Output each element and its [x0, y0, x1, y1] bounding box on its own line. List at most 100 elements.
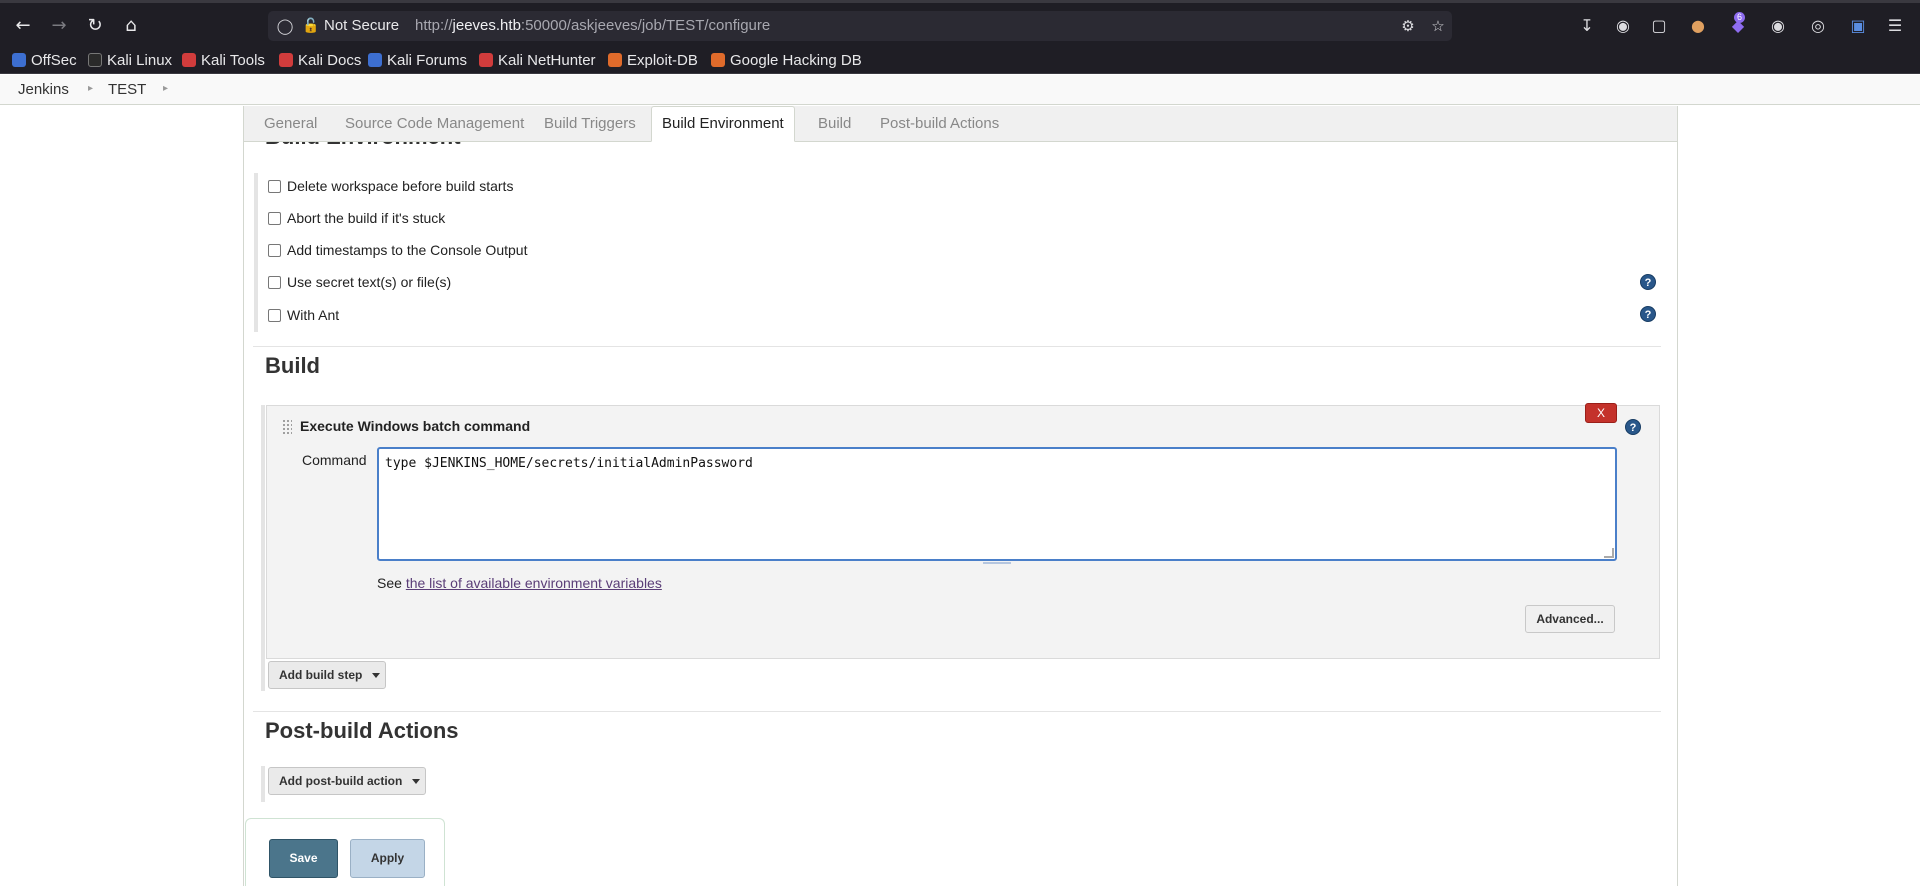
downloads-icon[interactable]: ↧ [1575, 14, 1599, 38]
tab-build[interactable]: Build [818, 115, 851, 132]
bookmark-favicon-icon [279, 53, 293, 67]
tab-general[interactable]: General [264, 115, 317, 132]
breadcrumb-jenkins[interactable]: Jenkins [18, 81, 69, 98]
home-icon[interactable]: ⌂ [119, 14, 143, 38]
bookmark-label: Kali Forums [387, 51, 468, 69]
browser-toolbar: ← → ↻ ⌂ ◯ 🔓 Not Secure http://jeeves.htb… [0, 0, 1920, 46]
translate-icon[interactable]: ⚙ [1398, 15, 1418, 37]
not-secure-label[interactable]: Not Secure [324, 17, 399, 34]
section-indent-bar [261, 405, 265, 691]
bookmarks-bar: OffSec Kali Linux Kali Tools Kali Docs K… [0, 46, 1920, 74]
bookmark-favicon-icon [608, 53, 622, 67]
bookmark-offsec[interactable]: OffSec [12, 50, 77, 70]
abort-stuck-checkbox[interactable] [268, 211, 281, 225]
with-ant-checkbox[interactable] [268, 308, 281, 322]
bookmark-label: OffSec [31, 51, 77, 69]
drag-handle-icon[interactable] [282, 419, 292, 435]
build-environment-heading: Build Environment [265, 142, 461, 150]
apply-button[interactable]: Apply [350, 839, 425, 878]
url-prefix: http:// [415, 17, 453, 34]
cookie-icon[interactable]: ● [1686, 14, 1710, 38]
breadcrumb: Jenkins ▸ TEST ▸ [0, 75, 1920, 105]
shield-icon[interactable]: ◯ [274, 14, 296, 38]
url-host: jeeves.htb [452, 17, 521, 34]
tab-source-code-management[interactable]: Source Code Management [345, 115, 524, 132]
section-indent-bar [254, 173, 258, 332]
build-environment-heading-clip: Build Environment [244, 142, 1677, 152]
delete-step-button[interactable]: X [1585, 403, 1617, 423]
bookmark-exploit-db[interactable]: Exploit-DB [608, 50, 698, 70]
bookmark-label: Exploit-DB [627, 51, 698, 69]
bookmark-favicon-icon [88, 53, 102, 67]
build-heading: Build [265, 353, 320, 378]
command-textarea[interactable]: type $JENKINS_HOME/secrets/initialAdminP… [377, 447, 1617, 561]
breadcrumb-separator-icon[interactable]: ▸ [163, 83, 168, 94]
option-label: With Ant [287, 307, 340, 323]
bookmark-kali-forums[interactable]: Kali Forums [368, 50, 467, 70]
post-build-heading: Post-build Actions [265, 718, 459, 743]
option-delete-workspace[interactable]: Delete workspace before build starts [268, 176, 513, 196]
bookmark-label: Kali Tools [201, 51, 265, 69]
back-arrow-icon[interactable]: ← [11, 14, 35, 38]
url-text[interactable]: http://jeeves.htb:50000/askjeeves/job/TE… [415, 17, 770, 34]
option-abort-stuck[interactable]: Abort the build if it's stuck [268, 208, 445, 228]
bookmark-star-icon[interactable]: ☆ [1428, 15, 1448, 37]
spy-extension-icon[interactable]: ◉ [1766, 14, 1790, 38]
menu-icon[interactable]: ☰ [1883, 14, 1907, 38]
advanced-button[interactable]: Advanced... [1525, 605, 1615, 633]
help-icon[interactable]: ? [1625, 419, 1641, 435]
wappalyzer-icon[interactable]: ◎ [1806, 14, 1830, 38]
reload-icon[interactable]: ↻ [83, 14, 107, 38]
url-path: :50000/askjeeves/job/TEST/configure [520, 17, 771, 34]
extensions-icon[interactable]: ▢ [1647, 14, 1671, 38]
bookmark-kali-tools[interactable]: Kali Tools [182, 50, 265, 70]
bookmark-favicon-icon [479, 53, 493, 67]
option-label: Add timestamps to the Console Output [287, 242, 528, 258]
url-bar[interactable]: ◯ 🔓 Not Secure http://jeeves.htb:50000/a… [268, 11, 1452, 41]
option-add-timestamps[interactable]: Add timestamps to the Console Output [268, 240, 527, 260]
translate-extension-icon[interactable]: ▣ [1846, 14, 1870, 38]
config-tabs: General Source Code Management Build Tri… [244, 106, 1677, 142]
help-icon[interactable]: ? [1640, 274, 1656, 290]
bookmark-label: Kali Docs [298, 51, 362, 69]
account-icon[interactable]: ◉ [1611, 14, 1635, 38]
forward-arrow-icon[interactable]: → [47, 14, 71, 38]
option-label: Use secret text(s) or file(s) [287, 274, 452, 290]
breadcrumb-separator-icon[interactable]: ▸ [88, 83, 93, 94]
tab-build-triggers[interactable]: Build Triggers [544, 115, 636, 132]
delete-workspace-checkbox[interactable] [268, 179, 281, 193]
envvars-link[interactable]: the list of available environment variab… [406, 575, 662, 591]
caret-down-icon [412, 779, 421, 785]
tab-post-build-actions[interactable]: Post-build Actions [880, 115, 999, 132]
breadcrumb-test[interactable]: TEST [108, 81, 146, 98]
resize-grip-icon[interactable] [1604, 548, 1614, 558]
add-timestamps-checkbox[interactable] [268, 243, 281, 257]
bookmark-favicon-icon [182, 53, 196, 67]
command-label: Command [302, 452, 367, 468]
textarea-splitter[interactable] [983, 562, 1011, 564]
envvars-prefix: See [377, 575, 402, 591]
lock-icon[interactable]: 🔓 [302, 14, 320, 38]
option-with-ant[interactable]: With Ant [268, 305, 339, 325]
bookmark-label: Kali Linux [107, 51, 173, 69]
secret-text-checkbox[interactable] [268, 275, 281, 289]
bookmark-kali-linux[interactable]: Kali Linux [88, 50, 172, 70]
envvars-note: See the list of available environment va… [377, 575, 662, 591]
section-divider [253, 346, 1661, 347]
option-secret-text[interactable]: Use secret text(s) or file(s) [268, 272, 451, 292]
section-indent-bar [261, 766, 265, 802]
bookmark-label: Kali NetHunter [498, 51, 596, 69]
tab-build-environment[interactable]: Build Environment [651, 106, 795, 142]
add-build-step-button[interactable]: Add build step [268, 661, 386, 689]
bookmark-kali-docs[interactable]: Kali Docs [279, 50, 361, 70]
add-build-step-label: Add build step [279, 668, 363, 682]
help-icon[interactable]: ? [1640, 306, 1656, 322]
save-button[interactable]: Save [269, 839, 338, 878]
add-post-build-action-button[interactable]: Add post-build action [268, 767, 426, 795]
bookmark-kali-nethunter[interactable]: Kali NetHunter [479, 50, 596, 70]
caret-down-icon [372, 673, 381, 679]
bookmark-label: Google Hacking DB [730, 51, 862, 69]
add-post-build-action-label: Add post-build action [279, 774, 403, 788]
bookmark-google-hacking-db[interactable]: Google Hacking DB [711, 50, 862, 70]
bookmark-favicon-icon [711, 53, 725, 67]
